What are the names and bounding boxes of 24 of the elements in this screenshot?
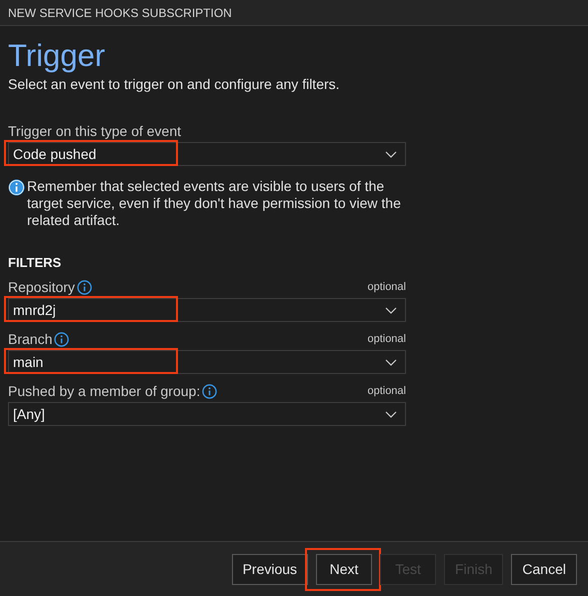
page-subtitle: Select an event to trigger on and configure any filters. (8, 76, 341, 92)
dropdown-field[interactable]: [Any] (8, 402, 406, 426)
chevron-down-icon (385, 410, 397, 418)
chevron-down-icon (385, 358, 397, 366)
field-label: Repository (8, 279, 75, 295)
field-label: Branch (8, 331, 52, 347)
wizard-button[interactable]: Cancel (511, 554, 577, 584)
chevron-down-icon (385, 306, 397, 314)
window-title: NEW SERVICE HOOKS SUBSCRIPTION (0, 0, 588, 26)
info-icon[interactable] (54, 332, 70, 346)
chevron-down-icon (385, 150, 397, 158)
info-icon[interactable] (202, 384, 218, 398)
wizard-button[interactable]: Previous (232, 554, 308, 584)
field-label: Pushed by a member of group: (8, 383, 200, 399)
info-icon (8, 179, 25, 196)
optional-hint: optional (367, 281, 406, 293)
info-note: Remember that selected events are visible to users of the target service, even if they don't have permission to view the related artifact. (27, 178, 402, 229)
info-icon[interactable] (76, 280, 92, 294)
optional-hint: optional (367, 333, 406, 345)
page-heading: Trigger (8, 38, 106, 74)
field-label: Trigger on this type of event (8, 123, 182, 139)
wizard-button[interactable]: Next (316, 554, 372, 584)
optional-hint: optional (367, 385, 406, 397)
section-title: FILTERS (8, 255, 62, 270)
